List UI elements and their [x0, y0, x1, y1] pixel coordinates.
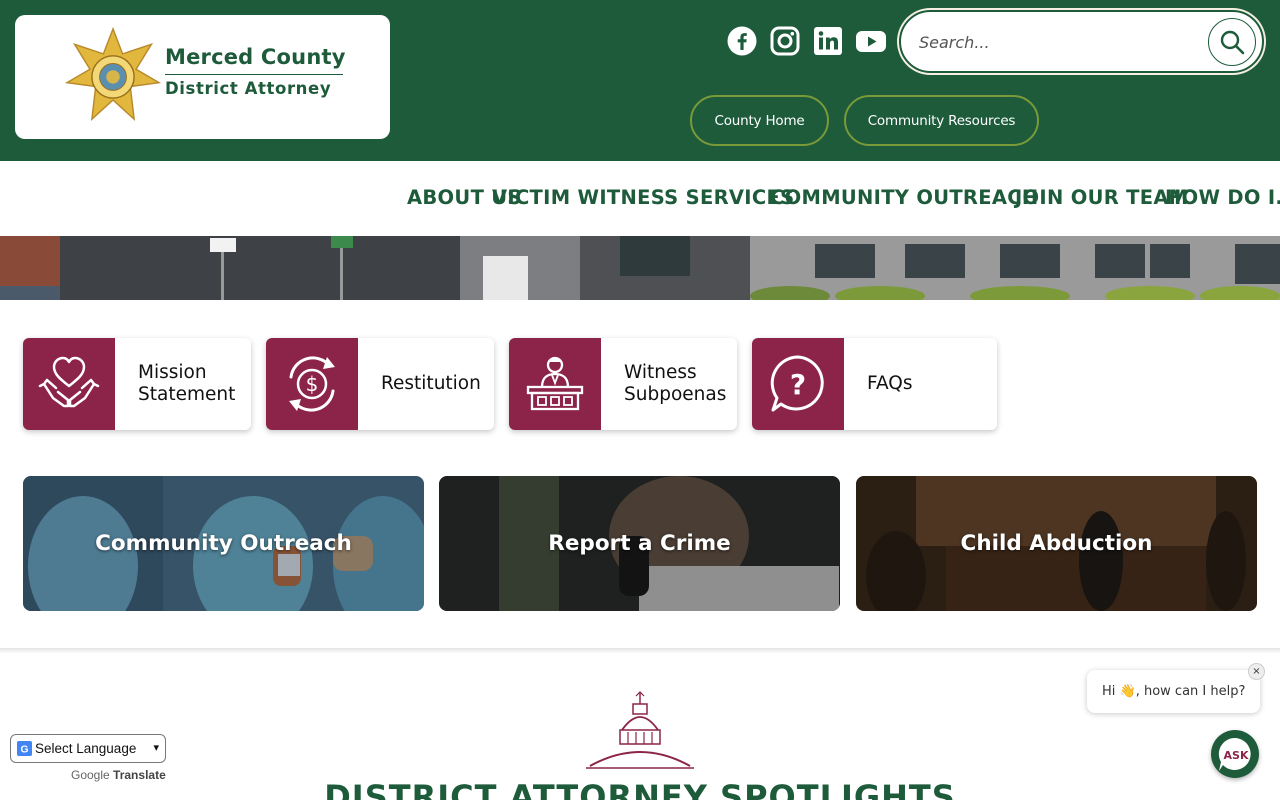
- tile-title: Community Outreach: [95, 531, 352, 556]
- powered-by-google: Google Translate: [71, 768, 166, 782]
- google-translate-icon: G: [17, 741, 32, 756]
- quick-link-mission-statement[interactable]: Mission Statement: [23, 338, 251, 430]
- witness-stand-icon: [509, 338, 601, 430]
- google-wordmark: Google: [71, 768, 110, 782]
- language-select-label: Select Language: [35, 741, 137, 756]
- site-logo[interactable]: Merced County District Attorney: [15, 15, 390, 139]
- close-icon[interactable]: ×: [1248, 663, 1265, 680]
- svg-text:?: ?: [790, 368, 806, 401]
- quick-link-restitution[interactable]: $ Restitution: [266, 338, 494, 430]
- nav-join-our-team[interactable]: JOIN OUR TEAM: [1015, 186, 1188, 209]
- section-divider: [0, 648, 1280, 654]
- search-box: [899, 10, 1264, 73]
- quick-link-label: Mission Statement: [138, 362, 236, 405]
- nav-victim-witness-services[interactable]: VICTIM WITNESS SERVICES: [492, 186, 794, 209]
- logo-title: Merced County: [165, 45, 346, 69]
- site-header: Merced County District Attorney County: [0, 0, 1280, 161]
- dollar-cycle-icon: $: [266, 338, 358, 430]
- translate-link[interactable]: Translate: [113, 768, 166, 782]
- tile-child-abduction[interactable]: Child Abduction: [856, 476, 1257, 611]
- hero-banner-image: [0, 236, 1280, 300]
- search-button[interactable]: [1208, 18, 1256, 66]
- spotlight-heading: DISTRICT ATTORNEY SPOTLIGHTS: [324, 778, 956, 800]
- logo-subtitle: District Attorney: [165, 79, 332, 98]
- logo-divider: [165, 74, 343, 75]
- svg-text:$: $: [306, 372, 319, 396]
- facebook-icon[interactable]: [726, 25, 758, 57]
- quick-link-label: Restitution: [381, 373, 481, 394]
- svg-text:G: G: [20, 744, 28, 755]
- tile-community-outreach[interactable]: Community Outreach: [23, 476, 424, 611]
- heart-hands-icon: [23, 338, 115, 430]
- question-bubble-icon: ?: [752, 338, 844, 430]
- language-select[interactable]: G Select Language ▾: [10, 734, 166, 763]
- ask-label: ASK: [1224, 749, 1249, 762]
- ask-chat-icon: ASK: [1218, 737, 1251, 771]
- instagram-icon[interactable]: [769, 25, 801, 57]
- chevron-down-icon: ▾: [153, 742, 159, 754]
- nav-community-outreach[interactable]: COMMUNITY OUTREACH: [770, 186, 1039, 209]
- county-home-button[interactable]: County Home: [690, 95, 829, 146]
- tile-report-a-crime[interactable]: Report a Crime: [439, 476, 840, 611]
- nav-how-do-i[interactable]: HOW DO I...: [1165, 186, 1280, 209]
- search-input[interactable]: [919, 28, 1199, 56]
- tile-title: Child Abduction: [960, 531, 1153, 556]
- search-icon: [1220, 30, 1245, 55]
- tile-title: Report a Crime: [548, 531, 731, 556]
- ask-chat-button[interactable]: ASK: [1211, 730, 1259, 778]
- sheriff-star-icon: [65, 27, 161, 121]
- linkedin-icon[interactable]: [812, 25, 844, 57]
- quick-link-faqs[interactable]: ? FAQs: [752, 338, 997, 430]
- community-resources-button[interactable]: Community Resources: [844, 95, 1039, 146]
- capitol-dome-icon: [586, 691, 694, 769]
- youtube-icon[interactable]: [855, 25, 887, 57]
- chat-greeting-bubble[interactable]: Hi 👋, how can I help?: [1087, 670, 1260, 713]
- quick-link-witness-subpoenas[interactable]: Witness Subpoenas: [509, 338, 737, 430]
- main-navigation: ABOUT US VICTIM WITNESS SERVICES COMMUNI…: [0, 161, 1280, 236]
- quick-link-label: Witness Subpoenas: [624, 362, 727, 405]
- quick-link-label: FAQs: [867, 373, 913, 394]
